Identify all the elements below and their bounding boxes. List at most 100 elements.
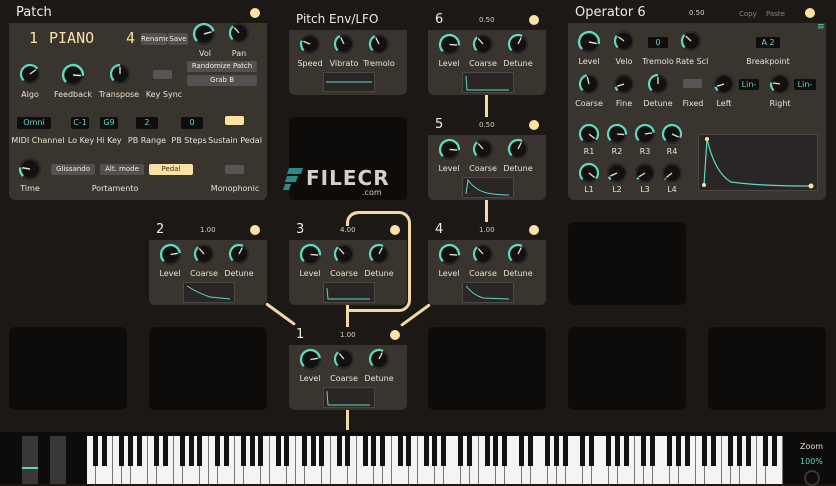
feedback-knob[interactable]: [61, 63, 85, 86]
black-key[interactable]: [275, 436, 281, 466]
black-key[interactable]: [484, 436, 490, 466]
black-key[interactable]: [240, 436, 246, 466]
rate-scl-knob[interactable]: [680, 31, 701, 51]
black-key[interactable]: [467, 436, 473, 466]
black-key[interactable]: [345, 436, 351, 466]
black-key[interactable]: [441, 436, 446, 466]
operator-4-panel[interactable]: 4 1.00 Level Coarse Detune: [428, 222, 546, 305]
r3-knob[interactable]: [634, 123, 655, 144]
operator-detune-knob[interactable]: [368, 348, 389, 369]
key-sync-toggle[interactable]: [153, 70, 172, 79]
black-key[interactable]: [615, 436, 620, 466]
black-key[interactable]: [336, 436, 342, 466]
l3-knob[interactable]: [635, 163, 655, 183]
vol-knob[interactable]: [192, 22, 215, 45]
operator-level-knob[interactable]: [438, 33, 461, 55]
copy-button[interactable]: Copy: [739, 10, 757, 18]
op-level-knob[interactable]: [577, 30, 601, 53]
op-detune-knob[interactable]: [647, 73, 668, 94]
algo-knob[interactable]: [19, 63, 40, 84]
operator-detune-knob[interactable]: [507, 243, 528, 264]
operator-level-knob[interactable]: [159, 243, 181, 265]
glissando-button[interactable]: Glissando: [51, 164, 95, 175]
black-key[interactable]: [501, 436, 507, 466]
operator-level-knob[interactable]: [299, 348, 321, 370]
black-key[interactable]: [319, 436, 325, 466]
r4-knob[interactable]: [661, 123, 683, 144]
black-key[interactable]: [119, 436, 125, 466]
black-key[interactable]: [528, 436, 533, 466]
patch-led[interactable]: [250, 8, 260, 18]
black-key[interactable]: [136, 436, 142, 466]
pan-knob[interactable]: [228, 23, 249, 43]
black-key[interactable]: [675, 436, 681, 466]
operator-led[interactable]: [250, 225, 260, 235]
operator-5-panel[interactable]: 5 0.50 Level Coarse Detune: [428, 117, 546, 200]
black-key[interactable]: [362, 436, 368, 466]
operator-coarse-knob[interactable]: [472, 34, 493, 54]
operator-level-knob[interactable]: [438, 243, 461, 265]
operator-led[interactable]: [529, 225, 539, 235]
pb-range-value[interactable]: 2: [136, 117, 158, 129]
save-button[interactable]: Save: [168, 33, 188, 45]
tremolo-knob[interactable]: [368, 34, 389, 54]
left-curve-value[interactable]: Lin-: [739, 79, 759, 90]
fixed-toggle[interactable]: [683, 79, 702, 88]
black-key[interactable]: [519, 436, 525, 466]
black-key[interactable]: [545, 436, 551, 466]
alt-mode-button[interactable]: Alt. mode: [100, 164, 144, 175]
lo-key-value[interactable]: C-1: [71, 117, 89, 129]
operator-level-knob[interactable]: [299, 243, 322, 265]
menu-icon[interactable]: ≡: [817, 22, 825, 32]
operator-detune-knob[interactable]: [228, 243, 249, 264]
op-fine-knob[interactable]: [614, 74, 634, 94]
right-curve-value[interactable]: Lin-: [794, 79, 816, 90]
black-key[interactable]: [162, 436, 168, 466]
operator-envelope-graph[interactable]: [698, 134, 818, 191]
monophonic-toggle[interactable]: [225, 165, 244, 174]
l4-knob[interactable]: [662, 163, 682, 183]
black-key[interactable]: [728, 436, 734, 466]
transpose-knob[interactable]: [109, 63, 130, 84]
black-key[interactable]: [580, 436, 586, 466]
pb-steps-value[interactable]: 0: [181, 117, 203, 129]
black-key[interactable]: [554, 436, 560, 466]
black-key[interactable]: [606, 436, 612, 466]
black-key[interactable]: [684, 436, 690, 466]
black-key[interactable]: [736, 436, 742, 466]
black-key[interactable]: [397, 436, 403, 466]
time-knob[interactable]: [18, 158, 41, 180]
operator-1-panel[interactable]: 1 1.00 Level Coarse Detune: [289, 327, 407, 410]
op-coarse-knob[interactable]: [578, 74, 599, 94]
patch-name[interactable]: PIANO: [49, 29, 94, 47]
black-key[interactable]: [188, 436, 194, 466]
operator-6-panel[interactable]: 6 0.50 Level Coarse Detune: [428, 12, 546, 95]
black-key[interactable]: [406, 436, 412, 466]
black-key[interactable]: [641, 436, 647, 466]
zoom-value[interactable]: 100%: [800, 457, 823, 466]
black-key[interactable]: [258, 436, 264, 466]
breakpoint-value[interactable]: A 2: [756, 37, 780, 48]
black-key[interactable]: [380, 436, 386, 466]
black-key[interactable]: [493, 436, 499, 466]
black-key[interactable]: [301, 436, 307, 466]
black-key[interactable]: [197, 436, 203, 466]
operator-2-panel[interactable]: 2 1.00 Level Coarse Detune: [149, 222, 267, 305]
op-velo-knob[interactable]: [613, 31, 634, 51]
black-key[interactable]: [710, 436, 716, 466]
operator-led[interactable]: [529, 15, 539, 25]
randomize-patch-button[interactable]: Randomize Patch: [187, 61, 257, 72]
black-key[interactable]: [562, 436, 568, 466]
black-key[interactable]: [153, 436, 159, 466]
black-key[interactable]: [223, 436, 229, 466]
operator-detune-knob[interactable]: [507, 33, 528, 54]
operator-detune-knob[interactable]: [507, 138, 528, 159]
black-key[interactable]: [623, 436, 629, 466]
operator-envelope-thumbnail[interactable]: [323, 387, 375, 408]
black-key[interactable]: [667, 436, 673, 466]
r2-knob[interactable]: [606, 123, 628, 144]
r1-knob[interactable]: [578, 123, 600, 144]
black-key[interactable]: [249, 436, 255, 466]
black-key[interactable]: [432, 436, 438, 466]
black-key[interactable]: [423, 436, 429, 466]
